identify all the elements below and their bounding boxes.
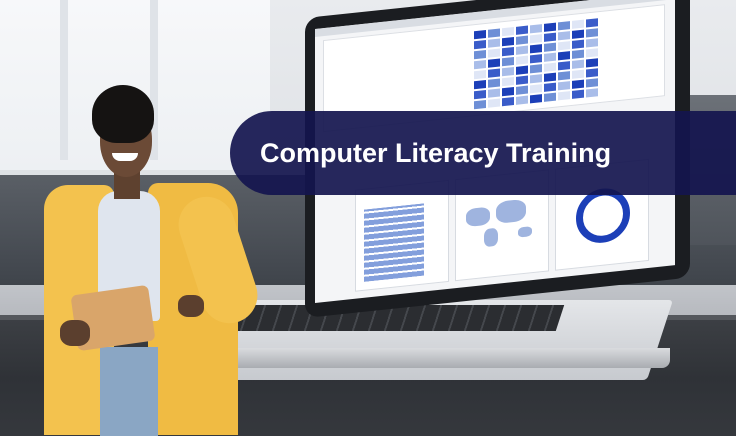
heatmap-cell [586,78,598,88]
map-continent [484,227,498,248]
heatmap-cell [558,61,570,71]
heatmap-cell [586,28,598,38]
heatmap-cell [558,41,570,51]
heatmap-cell [530,64,542,74]
heatmap-cell [544,92,556,102]
heatmap-cell [558,51,570,61]
map-continent [518,226,532,238]
heatmap-cell [502,67,514,77]
heatmap-graphic [364,203,424,282]
heatmap-cell [502,77,514,87]
heatmap-cell [572,69,584,79]
hair [92,85,154,143]
heatmap-cell [586,18,598,28]
heatmap-cell [558,91,570,101]
map-continent [496,198,526,224]
heatmap-cell [572,29,584,39]
heatmap-cell [530,24,542,34]
heatmap-cell [516,95,528,105]
heatmap-cell [572,39,584,49]
heatmap-cell [544,22,556,32]
jeans [100,347,158,436]
heatmap-cell [544,52,556,62]
heatmap-cell [488,28,500,38]
heatmap-cell [586,58,598,68]
heatmap-cell [530,74,542,84]
heatmap-cell [488,78,500,88]
heatmap-cell [474,59,486,70]
heatmap-cell [572,49,584,59]
heatmap-cell [586,48,598,58]
heatmap-cell [488,88,500,98]
smile [112,153,138,161]
title-banner: Computer Literacy Training [230,111,736,195]
heatmap-cell [502,97,514,107]
heatmap-cell [516,55,528,65]
heatmap-cell [488,48,500,58]
heatmap-cell [516,85,528,95]
heatmap-cell [530,84,542,94]
heatmap-cell [474,99,486,110]
heatmap-cell [516,45,528,55]
heatmap-cell [474,49,486,60]
heatmap-cell [586,88,598,98]
heatmap-cell [474,89,486,100]
heatmap-cell [530,44,542,54]
heatmap-cell [488,58,500,68]
heatmap-cell [544,82,556,92]
heatmap-cell [586,68,598,78]
heatmap-cell [474,79,486,90]
hand-on-hip [178,295,204,317]
heatmap-cell [544,62,556,72]
heatmap-cell [558,31,570,41]
heatmap-cell [544,72,556,82]
heatmap-cell [502,37,514,47]
heatmap-cell [488,68,500,78]
heatmap-cell [488,98,500,108]
heatmap-cell [558,21,570,31]
heatmap-cell [572,79,584,89]
heatmap-cell [530,54,542,64]
heatmap-cell [516,65,528,75]
heatmap-cell [516,75,528,85]
heatmap-cell [502,57,514,67]
heatmap-cell [474,29,486,40]
heatmap-cell [558,71,570,81]
heatmap-cell [558,81,570,91]
heatmap-panel [355,179,449,292]
heatmap-cell [502,87,514,97]
hand-holding-tablet [60,320,90,346]
heatmap-cell [474,39,486,50]
heatmap-cell [474,69,486,80]
heatmap-cell [488,38,500,48]
heatmap-cell [544,32,556,42]
heatmap-cell [516,25,528,35]
heatmap-cell [530,94,542,104]
map-continent [466,206,490,228]
heatmap-cell [572,19,584,29]
heatmap-cell [586,38,598,48]
heatmap-cell [516,35,528,45]
heatmap-cell [572,59,584,69]
heatmap-cell [572,89,584,99]
stock-photo-scene: Computer Literacy Training [0,0,736,436]
heatmap-cell [530,34,542,44]
heatmap-cell [502,47,514,57]
banner-title: Computer Literacy Training [260,138,612,168]
heatmap-cell [502,27,514,37]
heatmap-cell [544,42,556,52]
